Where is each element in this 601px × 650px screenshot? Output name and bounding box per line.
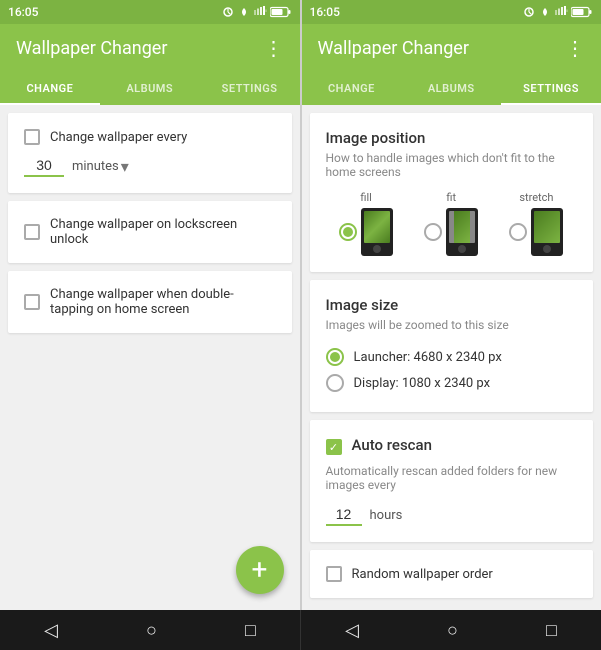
minutes-input[interactable] [24,155,64,177]
right-back-button[interactable]: ◁ [345,620,359,641]
fit-label: fit [446,191,456,204]
left-tab-change[interactable]: CHANGE [0,72,100,105]
fill-label: fill [360,191,371,204]
stretch-label: stretch [519,191,553,204]
left-home-button[interactable]: ○ [146,620,157,641]
left-content: Change wallpaper every minutes ▾ Cha [0,105,300,610]
launcher-label: Launcher: 4680 x 2340 px [354,350,502,365]
fill-radio-phone [339,208,393,256]
stretch-phone-thumb [531,208,563,256]
left-recent-button[interactable]: □ [245,620,256,641]
dropdown-arrow-icon: ▾ [121,157,129,176]
image-size-card: Image size Images will be zoomed to this… [310,280,594,412]
auto-rescan-title: Auto rescan [352,436,432,454]
hours-input[interactable] [326,504,362,526]
auto-rescan-card: Auto rescan Automatically rescan added f… [310,420,594,542]
left-tab-albums[interactable]: ALBUMS [100,72,200,105]
auto-rescan-desc: Automatically rescan added folders for n… [326,464,578,492]
right-status-icons [523,6,593,18]
right-nav-bar: ◁ ○ □ [300,610,601,650]
display-radio-row[interactable]: Display: 1080 x 2340 px [326,370,578,396]
double-tap-checkbox[interactable] [24,294,40,310]
img-pos-fit[interactable]: fit [424,191,478,256]
fit-radio-phone [424,208,478,256]
right-home-button[interactable]: ○ [447,620,458,641]
random-wallpaper-card: Random wallpaper order [310,550,594,598]
right-recent-button[interactable]: □ [546,620,557,641]
right-content: Image position How to handle images whic… [302,105,601,610]
left-tab-settings[interactable]: SETTINGS [200,72,300,105]
stretch-radio-phone [509,208,563,256]
left-nav-bar: ◁ ○ □ [0,610,300,650]
right-menu-button[interactable]: ⋮ [565,36,585,60]
lockscreen-checkbox[interactable] [24,224,40,240]
change-every-label: Change wallpaper every [50,130,187,145]
left-tab-bar: CHANGE ALBUMS SETTINGS [0,72,300,105]
img-pos-fill[interactable]: fill [339,191,393,256]
lockscreen-card: Change wallpaper on lockscreen unlock [8,201,292,263]
fab-button[interactable]: + [236,546,284,594]
double-tap-card: Change wallpaper when double-tapping on … [8,271,292,333]
minutes-dropdown[interactable]: minutes ▾ [72,157,129,176]
right-tab-albums[interactable]: ALBUMS [401,72,501,105]
lockscreen-label: Change wallpaper on lockscreen unlock [50,217,276,247]
double-tap-label: Change wallpaper when double-tapping on … [50,287,276,317]
image-position-options: fill fit [326,191,578,256]
minutes-label: minutes [72,159,119,174]
image-position-card: Image position How to handle images whic… [310,113,594,272]
right-app-title: Wallpaper Changer [318,38,469,59]
right-tab-change[interactable]: CHANGE [302,72,402,105]
display-label: Display: 1080 x 2340 px [354,376,491,391]
left-status-icons [222,6,292,18]
image-position-desc: How to handle images which don't fit to … [326,151,578,179]
left-status-time: 16:05 [8,5,38,19]
display-radio[interactable] [326,374,344,392]
right-status-time: 16:05 [310,5,340,19]
change-wallpaper-every-card: Change wallpaper every minutes ▾ [8,113,292,193]
fit-phone-thumb [446,208,478,256]
image-size-title: Image size [326,296,578,314]
image-size-desc: Images will be zoomed to this size [326,318,578,332]
left-back-button[interactable]: ◁ [44,620,58,641]
change-every-checkbox[interactable] [24,129,40,145]
right-tab-settings[interactable]: SETTINGS [501,72,601,105]
image-position-title: Image position [326,129,578,147]
random-wallpaper-checkbox[interactable] [326,566,342,582]
left-menu-button[interactable]: ⋮ [264,36,284,60]
auto-rescan-checkbox[interactable] [326,439,342,455]
stretch-radio[interactable] [509,223,527,241]
fill-radio[interactable] [339,223,357,241]
left-app-title: Wallpaper Changer [16,38,167,59]
fit-radio[interactable] [424,223,442,241]
random-wallpaper-label: Random wallpaper order [352,567,493,582]
launcher-radio[interactable] [326,348,344,366]
right-tab-bar: CHANGE ALBUMS SETTINGS [302,72,601,105]
fill-phone-thumb [361,208,393,256]
img-pos-stretch[interactable]: stretch [509,191,563,256]
hours-label: hours [370,508,403,523]
launcher-radio-row[interactable]: Launcher: 4680 x 2340 px [326,344,578,370]
